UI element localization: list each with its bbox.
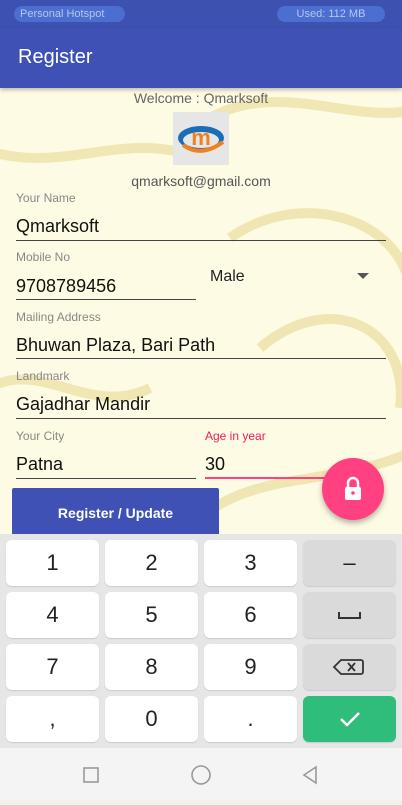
space-icon (338, 612, 361, 619)
address-field-underline (16, 358, 386, 359)
user-email: qmarksoft@gmail.com (131, 173, 271, 189)
name-field-underline (16, 240, 386, 241)
key-minus[interactable]: – (303, 540, 396, 586)
page-title: Register (18, 46, 93, 68)
key-backspace[interactable] (303, 644, 396, 690)
key-5[interactable]: 5 (105, 592, 198, 638)
lock-fab-button[interactable] (322, 458, 384, 520)
status-bar: Personal Hotspot Used: 112 MB (0, 0, 402, 28)
checkmark-icon (340, 712, 360, 727)
name-field[interactable]: Qmarksoft (16, 216, 99, 237)
backspace-icon (332, 659, 364, 675)
landmark-field[interactable]: Gajadhar Mandir (16, 394, 150, 415)
key-1[interactable]: 1 (6, 540, 99, 586)
age-field-label: Age in year (205, 429, 266, 443)
mobile-field[interactable]: 9708789456 (16, 276, 116, 297)
key-done[interactable] (303, 696, 396, 742)
name-field-label: Your Name (16, 191, 76, 205)
back-icon[interactable] (302, 765, 317, 785)
key-0[interactable]: 0 (105, 696, 198, 742)
home-icon[interactable] (191, 765, 211, 785)
gender-select[interactable]: Male (210, 268, 245, 286)
key-space[interactable] (303, 592, 396, 638)
key-3[interactable]: 3 (204, 540, 297, 586)
mobile-field-underline (16, 299, 196, 300)
system-nav-bar (0, 748, 402, 800)
city-field-underline (16, 478, 196, 479)
city-field-label: Your City (16, 429, 65, 443)
landmark-field-label: Landmark (16, 369, 70, 383)
age-field-underline (205, 477, 335, 479)
welcome-text: Welcome : Qmarksoft (133, 90, 269, 106)
lock-icon (345, 476, 361, 500)
svg-text:m: m (191, 125, 211, 150)
numeric-keyboard: 1 2 3 – 4 5 6 7 8 9 , 0 . (0, 534, 402, 748)
city-field[interactable]: Patna (16, 454, 63, 475)
key-9[interactable]: 9 (204, 644, 297, 690)
key-6[interactable]: 6 (204, 592, 297, 638)
recent-apps-icon[interactable] (83, 767, 99, 783)
address-field[interactable]: Bhuwan Plaza, Bari Path (16, 335, 215, 356)
chevron-down-icon[interactable] (357, 273, 369, 279)
data-usage-indicator: Used: 112 MB (277, 6, 385, 22)
key-8[interactable]: 8 (105, 644, 198, 690)
register-update-button[interactable]: Register / Update (12, 488, 219, 534)
age-field[interactable]: 30 (205, 454, 225, 475)
register-form: Welcome : Qmarksoft m qmarksoft@gmail.co… (0, 88, 402, 534)
mobile-field-label: Mobile No (16, 250, 71, 264)
key-4[interactable]: 4 (6, 592, 99, 638)
key-7[interactable]: 7 (6, 644, 99, 690)
hotspot-indicator: Personal Hotspot (14, 6, 125, 22)
landmark-field-underline (16, 418, 386, 419)
app-bar: Register (0, 28, 402, 88)
key-comma[interactable]: , (6, 696, 99, 742)
company-logo: m (173, 112, 229, 165)
key-period[interactable]: . (204, 696, 297, 742)
key-2[interactable]: 2 (105, 540, 198, 586)
address-field-label: Mailing Address (16, 310, 101, 324)
